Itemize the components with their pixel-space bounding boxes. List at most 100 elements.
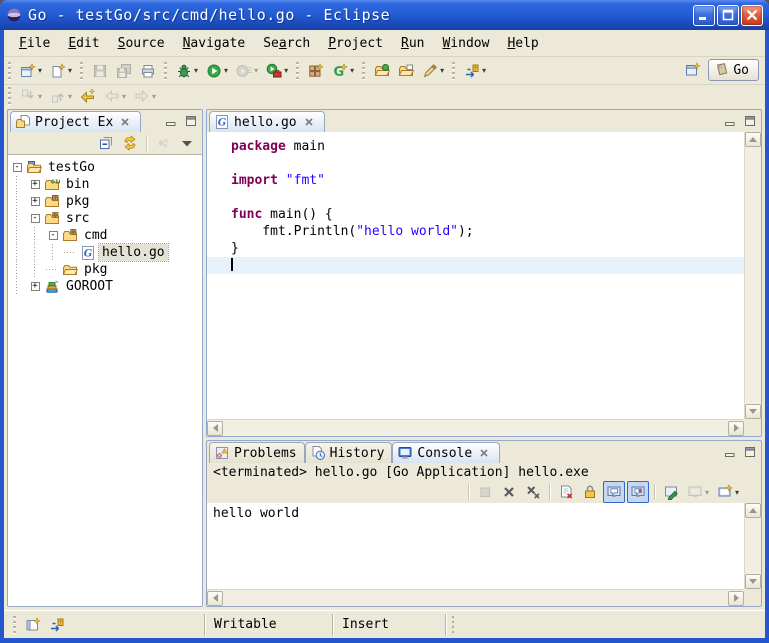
tree-expander-plus-icon[interactable]: + (26, 176, 44, 193)
menu-help[interactable]: Help (498, 33, 547, 54)
code-line[interactable]: func main() { (207, 206, 744, 223)
show-stderr-button[interactable] (627, 481, 649, 503)
tree-expander-minus-icon[interactable]: - (26, 210, 44, 227)
run-button[interactable]: ▾ (203, 60, 231, 82)
tree-item-cmd[interactable]: -cmd (8, 227, 202, 244)
console-vertical-scrollbar[interactable] (744, 503, 761, 589)
minimize-button[interactable] (693, 5, 715, 26)
external-tools-button[interactable]: ▾ (263, 60, 291, 82)
tab-console[interactable]: Console (392, 442, 500, 463)
dropdown-arrow-icon[interactable]: ▾ (38, 66, 42, 75)
close-icon[interactable] (301, 114, 317, 130)
code-line[interactable]: package main (207, 138, 744, 155)
menu-source[interactable]: Source (109, 33, 174, 54)
scroll-right-button[interactable] (728, 421, 744, 436)
menu-window[interactable]: Window (433, 33, 498, 54)
tab-history[interactable]: History (305, 442, 393, 463)
mark-occurrences-button[interactable]: ▾ (419, 60, 447, 82)
scroll-up-button[interactable] (745, 503, 761, 518)
link-with-editor-button[interactable] (119, 132, 141, 154)
pin-console-button[interactable] (660, 481, 682, 503)
last-edit-location-button[interactable] (77, 85, 99, 107)
dropdown-arrow-icon[interactable]: ▾ (284, 66, 288, 75)
synchronize-button[interactable] (46, 614, 68, 636)
print-button[interactable] (137, 60, 159, 82)
titlebar[interactable]: Go - testGo/src/cmd/hello.go - Eclipse (0, 0, 769, 30)
clear-console-button[interactable] (555, 481, 577, 503)
perspective-go-button[interactable]: Go (708, 59, 759, 81)
editor-vertical-scrollbar[interactable] (744, 132, 761, 419)
menu-file[interactable]: File (10, 33, 59, 54)
menu-run[interactable]: Run (392, 33, 433, 54)
toolbar-grip[interactable] (80, 62, 84, 80)
view-menu-button[interactable] (176, 132, 198, 154)
menu-search[interactable]: Search (254, 33, 319, 54)
show-stdout-button[interactable] (603, 481, 625, 503)
new-file-button[interactable]: ▾ (47, 60, 75, 82)
toolbar-grip[interactable] (164, 62, 168, 80)
tab-project-explorer[interactable]: Project Ex (10, 111, 141, 132)
tree-expander-minus-icon[interactable]: - (44, 227, 62, 244)
remove-all-terminated-button[interactable] (522, 481, 544, 503)
code-line[interactable] (207, 155, 744, 172)
scroll-down-button[interactable] (745, 574, 761, 589)
tree-expander-plus-icon[interactable]: + (26, 193, 44, 210)
scroll-down-button[interactable] (745, 404, 761, 419)
dropdown-arrow-icon[interactable]: ▾ (735, 488, 739, 497)
tree-item-hello-go[interactable]: Ghello.go (8, 244, 202, 261)
toolbar-grip[interactable] (8, 62, 12, 80)
maximize-view-button[interactable] (741, 113, 758, 129)
code-line[interactable]: import "fmt" (207, 172, 744, 189)
collapse-all-button[interactable] (95, 132, 117, 154)
maximize-view-button[interactable] (741, 444, 758, 460)
open-plugin-artifact-button[interactable] (371, 60, 393, 82)
new-go-element-button[interactable]: G▾ (329, 60, 357, 82)
scroll-up-button[interactable] (745, 132, 761, 147)
tree-expander-minus-icon[interactable]: - (8, 159, 26, 176)
menu-project[interactable]: Project (319, 33, 392, 54)
menu-navigate[interactable]: Navigate (174, 33, 255, 54)
editor-horizontal-scrollbar[interactable] (207, 419, 744, 436)
maximize-view-button[interactable] (182, 113, 199, 129)
project-tree[interactable]: -testGo+010bin+pkg-src-cmdGhello.gopkg+G… (8, 154, 202, 606)
minimize-view-button[interactable] (721, 444, 738, 460)
tree-item-bin[interactable]: +010bin (8, 176, 202, 193)
fast-view-button[interactable] (22, 614, 44, 636)
tree-item-pkg[interactable]: +pkg (8, 193, 202, 210)
toolbar-grip[interactable] (296, 62, 300, 80)
dropdown-arrow-icon[interactable]: ▾ (194, 66, 198, 75)
dropdown-arrow-icon[interactable]: ▾ (440, 66, 444, 75)
tab-hello-go[interactable]: G hello.go (209, 111, 325, 132)
code-line[interactable] (207, 189, 744, 206)
menu-edit[interactable]: Edit (59, 33, 108, 54)
code-line[interactable]: } (207, 240, 744, 257)
tab-problems[interactable]: Problems (209, 442, 305, 463)
scroll-left-button[interactable] (207, 421, 223, 436)
console-output[interactable]: hello world (207, 503, 744, 589)
tree-item-GOROOT[interactable]: +GOROOT (8, 278, 202, 295)
toolbar-grip[interactable] (8, 87, 12, 105)
code-line[interactable]: fmt.Println("hello world"); (207, 223, 744, 240)
minimize-view-button[interactable] (721, 113, 738, 129)
synchronize-button[interactable]: ▾ (461, 60, 489, 82)
open-console-button[interactable]: ▾ (714, 481, 742, 503)
dropdown-arrow-icon[interactable]: ▾ (482, 66, 486, 75)
tree-expander-plus-icon[interactable]: + (26, 278, 44, 295)
code-area[interactable]: package main import "fmt" func main() { … (207, 132, 744, 419)
debug-button[interactable]: ▾ (173, 60, 201, 82)
console-horizontal-scrollbar[interactable] (207, 589, 744, 606)
tree-item-src[interactable]: -src (8, 210, 202, 227)
dropdown-arrow-icon[interactable]: ▾ (68, 66, 72, 75)
statusbar-grip[interactable] (452, 616, 456, 634)
remove-launch-button[interactable] (498, 481, 520, 503)
tree-item-pkg[interactable]: pkg (8, 261, 202, 278)
toolbar-grip[interactable] (452, 62, 456, 80)
open-perspective-button[interactable] (682, 59, 704, 81)
scroll-left-button[interactable] (207, 591, 223, 606)
dropdown-arrow-icon[interactable]: ▾ (224, 66, 228, 75)
close-icon[interactable] (117, 114, 133, 130)
open-resource-button[interactable] (395, 60, 417, 82)
toolbar-grip[interactable] (13, 616, 17, 634)
new-go-package-button[interactable] (305, 60, 327, 82)
minimize-view-button[interactable] (162, 113, 179, 129)
